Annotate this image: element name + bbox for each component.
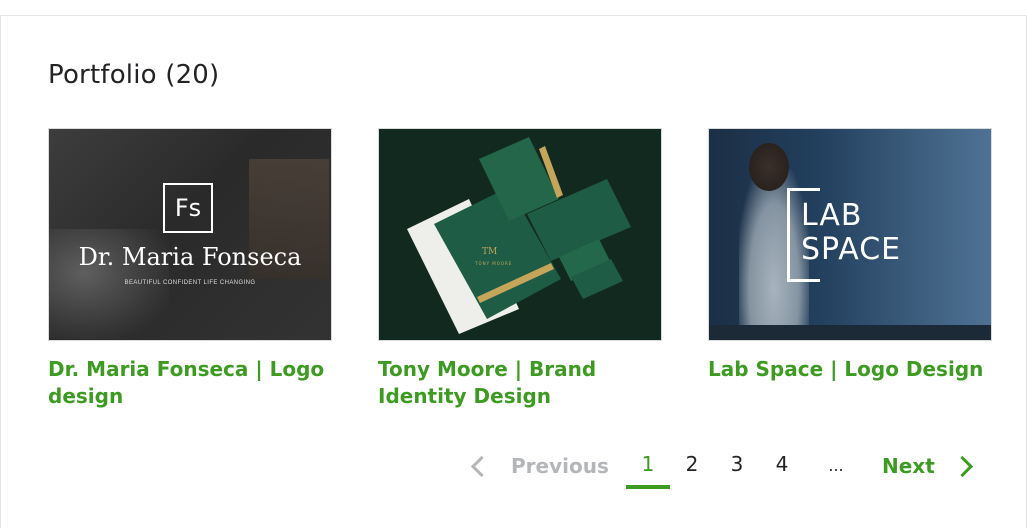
folder-monogram: TM: [482, 247, 498, 257]
lab-bench: [709, 325, 991, 340]
scientist-head: [749, 143, 789, 191]
active-page-indicator: [626, 485, 670, 489]
folder-brand-text: TONY MOORE: [475, 261, 513, 266]
portfolio-panel: Portfolio (20) Fs Dr. Maria Fonseca BEAU…: [0, 0, 1027, 528]
page-2-button[interactable]: 2: [682, 452, 702, 476]
logo-line-2: SPACE: [801, 232, 902, 267]
next-page-button[interactable]: Next: [882, 454, 973, 478]
logo-line-1: LAB: [801, 198, 863, 233]
page-3-button[interactable]: 3: [727, 452, 747, 476]
portfolio-card-title[interactable]: Lab Space | Logo Design: [708, 356, 998, 383]
logo-wordmark: LAB SPACE: [801, 199, 901, 267]
previous-label: Previous: [511, 454, 609, 478]
monogram-logo: Fs: [163, 183, 213, 233]
page-1-button[interactable]: 1: [638, 452, 658, 476]
previous-page-button[interactable]: Previous: [470, 454, 609, 478]
portfolio-thumbnail[interactable]: Fs Dr. Maria Fonseca BEAUTIFUL CONFIDENT…: [48, 128, 332, 341]
section-title: Portfolio (20): [48, 60, 220, 90]
chevron-left-icon: [470, 455, 493, 477]
logo-tagline-text: BEAUTIFUL CONFIDENT LIFE CHANGING: [124, 280, 256, 286]
portfolio-card-title[interactable]: Dr. Maria Fonseca | Logo design: [48, 356, 338, 410]
page-4-button[interactable]: 4: [772, 452, 792, 476]
stationery-mockup-graphic: [407, 137, 631, 334]
portfolio-thumbnail[interactable]: TM TONY MOORE: [378, 128, 662, 341]
portfolio-card-maria-fonseca[interactable]: Fs Dr. Maria Fonseca BEAUTIFUL CONFIDENT…: [48, 128, 332, 410]
chevron-right-icon: [951, 455, 973, 477]
page-ellipsis: ...: [828, 456, 844, 475]
logo-name-text: Dr. Maria Fonseca: [78, 243, 302, 271]
next-label: Next: [882, 454, 935, 478]
pagination: Previous 1 2 3 4 ... Next: [0, 440, 1027, 500]
portfolio-card-tony-moore[interactable]: TM TONY MOORE Tony Moore | Brand Identit…: [378, 128, 662, 410]
portfolio-card-title[interactable]: Tony Moore | Brand Identity Design: [378, 356, 668, 410]
top-divider: [0, 15, 1027, 16]
portfolio-card-lab-space[interactable]: LAB SPACE Lab Space | Logo Design: [708, 128, 992, 383]
portfolio-thumbnail[interactable]: LAB SPACE: [708, 128, 992, 341]
